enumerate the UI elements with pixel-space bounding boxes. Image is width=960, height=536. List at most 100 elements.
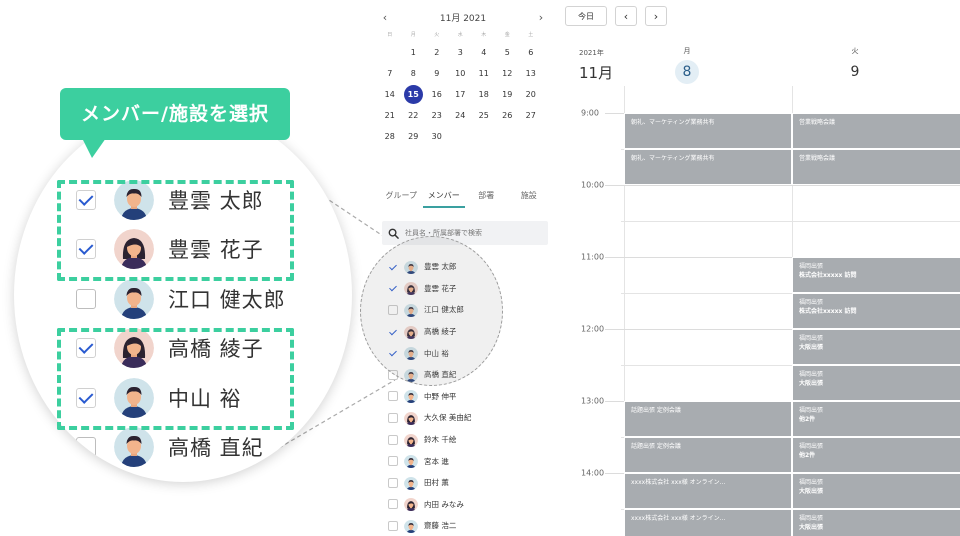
tab-department[interactable]: 部署: [465, 190, 508, 208]
mini-calendar-day-label: 6: [528, 48, 534, 57]
calendar-event[interactable]: 福岡出張 大阪出張: [792, 365, 960, 401]
day-header[interactable]: 火9: [835, 46, 875, 84]
member-row[interactable]: 鈴木 千絵: [388, 429, 548, 451]
calendar-event[interactable]: 営業戦略会議: [792, 149, 960, 185]
member-row[interactable]: 宮本 進: [388, 450, 548, 472]
member-row[interactable]: 大久保 美由紀: [388, 407, 548, 429]
member-row[interactable]: 田村 薫: [388, 472, 548, 494]
calendar-event[interactable]: xxxx株式会社 xxx様 オンライン...: [624, 509, 792, 536]
event-title: 営業戦略会議: [799, 119, 836, 126]
calendar-event[interactable]: 福岡出張 株式会社xxxxx 訪問: [792, 293, 960, 329]
member-checkbox[interactable]: [388, 412, 398, 423]
callout-tail: [82, 138, 106, 158]
prev-week-button[interactable]: ‹: [615, 6, 637, 26]
calendar-event[interactable]: 福岡出張 他2件: [792, 437, 960, 473]
member-name: 内田 みなみ: [424, 499, 464, 509]
member-checkbox[interactable]: [388, 520, 398, 531]
mini-calendar-day[interactable]: 27: [519, 105, 543, 126]
calendar-event[interactable]: 福岡出張 大阪出張: [792, 473, 960, 509]
week-header: 2021年 11月 月8火9: [565, 40, 960, 86]
mini-calendar-day[interactable]: 9: [425, 63, 449, 84]
calendar-event[interactable]: 福岡出張 株式会社xxxxx 訪問: [792, 257, 960, 293]
mini-calendar-day-label: 19: [502, 90, 513, 99]
member-checkbox[interactable]: [388, 391, 398, 402]
mini-calendar-day-label: 23: [431, 111, 442, 120]
mini-calendar-prev-button[interactable]: ‹: [378, 11, 392, 24]
selection-highlight-bottom: [57, 328, 294, 430]
mini-calendar-day[interactable]: 13: [519, 63, 543, 84]
calendar-event[interactable]: 話題出張 定例会議: [624, 401, 792, 437]
mini-calendar-selected-day[interactable]: 15: [402, 84, 426, 105]
mini-calendar-day[interactable]: 20: [519, 84, 543, 105]
calendar-event[interactable]: xxxx株式会社 xxx様 オンライン...: [624, 473, 792, 509]
mini-calendar-day[interactable]: 24: [449, 105, 473, 126]
calendar-event[interactable]: 福岡出張 大阪出張: [792, 329, 960, 365]
mini-calendar-day: [496, 126, 520, 147]
callout-label: メンバー/施設を選択: [60, 88, 290, 140]
member-row[interactable]: 内田 みなみ: [388, 494, 548, 516]
mini-calendar-day[interactable]: 8: [402, 63, 426, 84]
event-subtitle: 株式会社xxxxx 訪問: [799, 272, 857, 279]
mini-calendar-day[interactable]: 16: [425, 84, 449, 105]
mini-calendar-day[interactable]: 1: [402, 42, 426, 63]
event-title: 福岡出張: [799, 371, 824, 378]
selection-highlight-top: [57, 180, 294, 281]
member-checkbox[interactable]: [388, 477, 398, 488]
mini-calendar-day[interactable]: 23: [425, 105, 449, 126]
mini-calendar-day[interactable]: 28: [378, 126, 402, 147]
member-avatar: [404, 476, 418, 490]
event-subtitle: 大阪出張: [799, 524, 824, 531]
calendar-event[interactable]: 営業戦略会議: [792, 113, 960, 149]
calendar-event[interactable]: 朝礼、マーケティング業務共有: [624, 113, 792, 149]
mini-calendar-header: ‹ 11月 2021 ›: [378, 6, 548, 28]
mini-calendar: ‹ 11月 2021 › 日月火水木金土 1 2 3 4 5 6 7 8 9 10 11 12 13 14 1…: [378, 6, 548, 147]
mini-calendar-next-button[interactable]: ›: [534, 11, 548, 24]
mini-calendar-day[interactable]: 7: [378, 63, 402, 84]
mini-calendar-dow: 金: [504, 32, 510, 38]
mini-calendar-day[interactable]: 17: [449, 84, 473, 105]
mini-calendar-day[interactable]: 11: [472, 63, 496, 84]
time-label: 9:00: [581, 108, 599, 118]
calendar-event[interactable]: 話題出張 定例会議: [624, 437, 792, 473]
member-row[interactable]: 齋藤 浩二: [388, 515, 548, 536]
calendar-event[interactable]: 福岡出張 他2件: [792, 401, 960, 437]
mini-calendar-day[interactable]: 10: [449, 63, 473, 84]
tab-group[interactable]: グループ: [380, 190, 423, 208]
mini-calendar-dow: 土: [528, 32, 534, 38]
mini-calendar-day[interactable]: 18: [472, 84, 496, 105]
mini-calendar-day-label: 10: [455, 69, 466, 78]
mini-calendar-day[interactable]: 12: [496, 63, 520, 84]
man-avatar-icon: [404, 519, 418, 533]
mini-calendar-day-label: 24: [455, 111, 466, 120]
mini-calendar-day[interactable]: 6: [519, 42, 543, 63]
calendar-event[interactable]: 福岡出張 大阪出張: [792, 509, 960, 536]
mini-calendar-dow: 日: [387, 32, 393, 38]
mini-calendar-day: [519, 126, 543, 147]
mini-calendar-dow: 月: [410, 32, 416, 38]
member-row[interactable]: 中野 伸平: [388, 386, 548, 408]
tab-facility[interactable]: 施設: [508, 190, 551, 208]
mini-calendar-day[interactable]: 30: [425, 126, 449, 147]
mini-calendar-day[interactable]: 4: [472, 42, 496, 63]
today-button[interactable]: 今日: [565, 6, 607, 26]
member-checkbox[interactable]: [388, 434, 398, 445]
mini-calendar-day[interactable]: 26: [496, 105, 520, 126]
member-checkbox[interactable]: [388, 499, 398, 510]
next-week-button[interactable]: ›: [645, 6, 667, 26]
event-title: 福岡出張: [799, 299, 824, 306]
member-checkbox[interactable]: [388, 456, 398, 467]
mini-calendar-day[interactable]: 14: [378, 84, 402, 105]
mini-calendar-day[interactable]: 22: [402, 105, 426, 126]
mini-calendar-day[interactable]: 25: [472, 105, 496, 126]
mini-calendar-day[interactable]: 2: [425, 42, 449, 63]
man-avatar-icon: [404, 455, 418, 469]
mini-calendar-day[interactable]: 5: [496, 42, 520, 63]
mini-calendar-day[interactable]: 3: [449, 42, 473, 63]
mini-calendar-day[interactable]: 29: [402, 126, 426, 147]
event-title: 福岡出張: [799, 335, 824, 342]
mini-calendar-day[interactable]: 21: [378, 105, 402, 126]
tab-member[interactable]: メンバー: [422, 190, 465, 208]
day-header[interactable]: 月8: [667, 46, 707, 84]
calendar-event[interactable]: 朝礼、マーケティング業務共有: [624, 149, 792, 185]
mini-calendar-day[interactable]: 19: [496, 84, 520, 105]
